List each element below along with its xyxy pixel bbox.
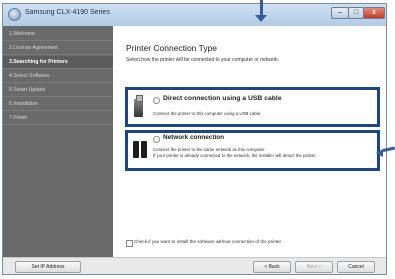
maximize-button[interactable]: □ — [348, 7, 364, 19]
title-bar: Samsung CLX-4190 Series – □ x — [3, 4, 386, 26]
pointer-arrow-right-head — [376, 149, 383, 157]
steps-sidebar: 1.Welcome 2.License Agreement 3.Searchin… — [3, 26, 113, 257]
network-radio[interactable] — [153, 136, 160, 143]
network-option-label: Network connection — [163, 134, 225, 141]
pointer-arrow-top-head — [255, 15, 267, 22]
usb-cable-icon — [134, 95, 143, 117]
cancel-button[interactable]: Cancel — [337, 261, 375, 273]
window-title: Samsung CLX-4190 Series — [25, 9, 110, 16]
sidebar-item-finish: 7.Finish — [3, 112, 113, 125]
main-content: Printer Connection Type Select how the p… — [113, 26, 386, 257]
back-button[interactable]: < Back — [253, 261, 291, 273]
install-without-connection-label: Check if you want to install the softwar… — [134, 239, 283, 244]
sidebar-item-installation: 6.Installation — [3, 98, 113, 111]
network-icon — [133, 141, 148, 158]
app-icon — [8, 8, 21, 21]
usb-option-description: Connect the printer to this computer usi… — [153, 111, 262, 116]
sidebar-item-select-software: 4.Select Software — [3, 70, 113, 83]
installer-window: Samsung CLX-4190 Series – □ x 1.Welcome … — [2, 3, 387, 275]
network-connection-option[interactable]: Network connection Connect the printer t… — [125, 130, 380, 171]
page-title: Printer Connection Type — [126, 43, 218, 53]
minimize-button[interactable]: – — [331, 7, 349, 19]
footer-bar: Set IP Address < Back Next > Cancel — [3, 257, 386, 274]
sidebar-item-searching: 3.Searching for Printers — [3, 56, 113, 69]
usb-connection-option[interactable]: Direct connection using a USB cable Conn… — [125, 87, 380, 127]
sidebar-item-welcome: 1.Welcome — [3, 28, 113, 41]
sidebar-item-license: 2.License Agreement — [3, 42, 113, 55]
page-subtitle: Select how the printer will be connected… — [126, 57, 280, 63]
next-button[interactable]: Next > — [295, 261, 333, 273]
set-ip-address-button[interactable]: Set IP Address — [15, 261, 81, 273]
network-option-description-2: If your printer is already connected to … — [153, 153, 317, 158]
sidebar-item-smart-update: 5.Smart Update — [3, 84, 113, 97]
install-without-connection-checkbox[interactable] — [126, 240, 133, 247]
usb-radio[interactable] — [153, 97, 160, 104]
usb-option-label: Direct connection using a USB cable — [163, 95, 282, 102]
close-button[interactable]: x — [363, 7, 385, 19]
